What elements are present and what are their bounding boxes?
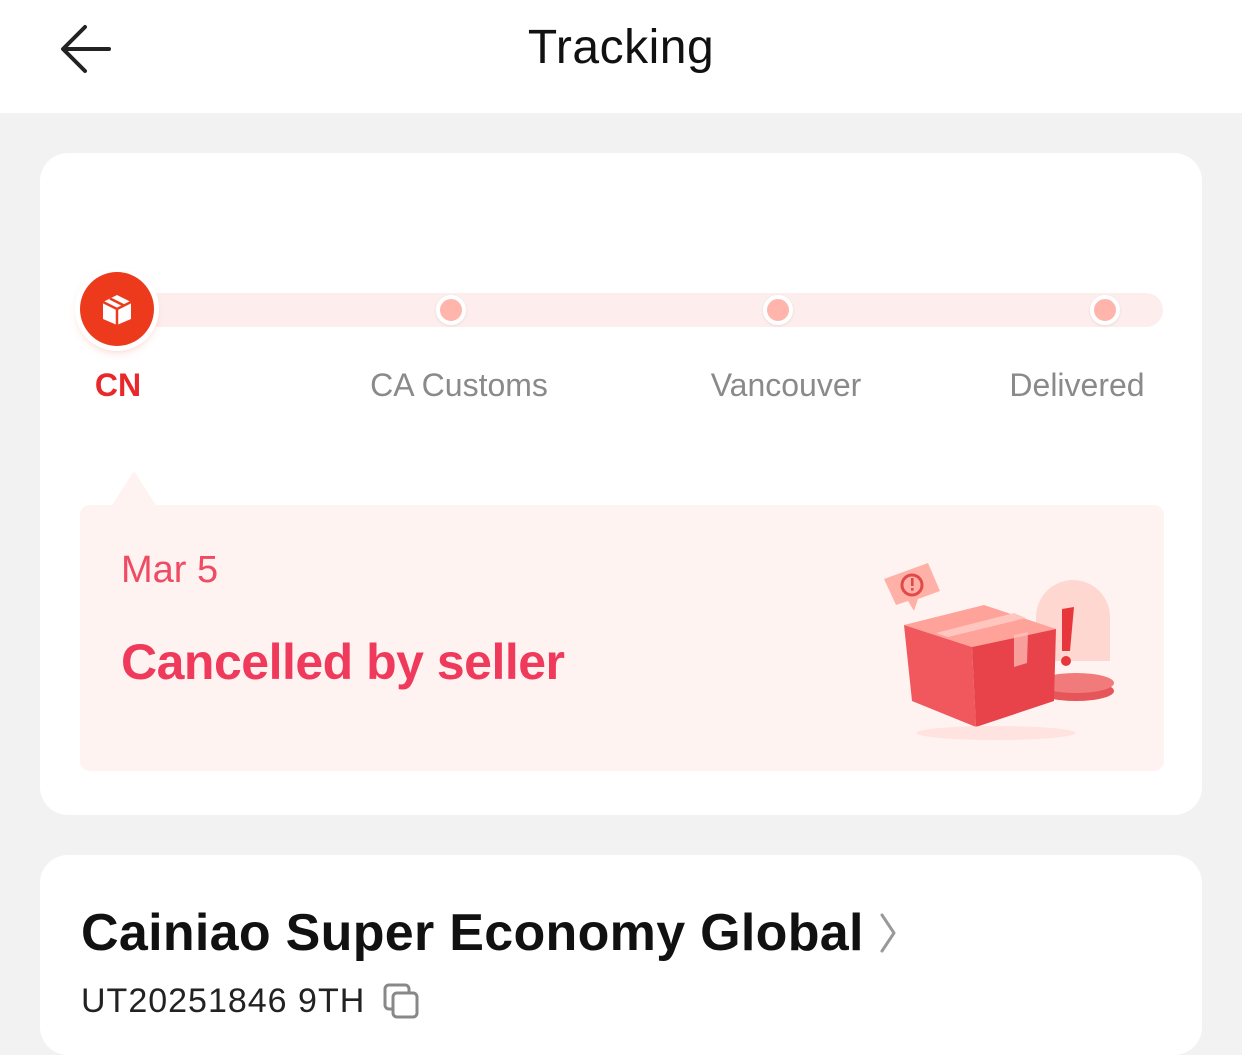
carrier-link[interactable]: Cainiao Super Economy Global (81, 903, 898, 963)
status-pointer (112, 471, 156, 505)
tracking-number-row: UT20251846 9TH (81, 981, 421, 1021)
cancelled-package-illustration (884, 563, 1114, 740)
status-panel: Mar 5 Cancelled by seller (80, 505, 1164, 771)
copy-icon[interactable] (381, 981, 421, 1021)
current-stop-marker (80, 272, 154, 346)
progress-track (118, 293, 1163, 327)
tracking-number: UT20251846 9TH (81, 981, 366, 1020)
status-date: Mar 5 (121, 549, 219, 591)
status-message: Cancelled by seller (121, 634, 565, 690)
tracking-progress-card: CN CA Customs Vancouver Delivered Mar 5 … (40, 153, 1202, 815)
stop-dot-vancouver (763, 295, 793, 325)
top-bar: Tracking (0, 0, 1242, 113)
stop-dot-ca-customs (436, 295, 466, 325)
page-title: Tracking (527, 21, 715, 74)
stop-label-cn: CN (94, 367, 142, 403)
package-icon (102, 295, 132, 325)
carrier-name: Cainiao Super Economy Global (81, 904, 864, 962)
stop-dot-delivered (1090, 295, 1120, 325)
stop-label-vancouver: Vancouver (710, 367, 862, 403)
shipment-info-card: Cainiao Super Economy Global UT20251846 … (40, 855, 1202, 1055)
stop-label-delivered: Delivered (1009, 367, 1145, 403)
stop-label-ca-customs: CA Customs (370, 367, 548, 403)
chevron-right-icon (878, 911, 898, 955)
